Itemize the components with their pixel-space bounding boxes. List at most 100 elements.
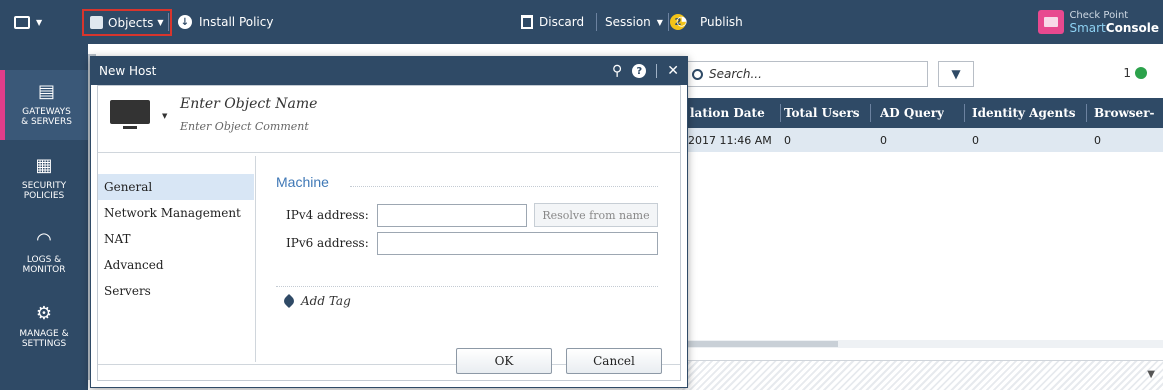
section-title: Machine	[276, 174, 329, 190]
top-toolbar: ▼ Objects ▼ ↓ Install Policy Discard Ses…	[0, 0, 1163, 44]
publish-button[interactable]: ◔ Publish	[676, 0, 743, 44]
table-row[interactable]: 2017 11:46 AM 0 0 0 0	[688, 128, 1163, 152]
ipv6-address-field[interactable]	[377, 232, 658, 255]
nav-label: SECURITY	[21, 181, 67, 191]
nav-item-gateways-servers[interactable]: ▤ GATEWAYS & SERVERS	[0, 70, 88, 140]
column-header[interactable]: Browser-	[1094, 98, 1155, 128]
publish-label: Publish	[700, 15, 743, 29]
section-rule	[350, 186, 658, 187]
chevron-down-icon: ▼	[36, 17, 43, 27]
add-tag-link[interactable]: Add Tag	[281, 293, 351, 309]
header-divider	[98, 152, 680, 153]
chevron-down-icon[interactable]: ▼	[162, 112, 167, 120]
help-icon[interactable]: ?	[632, 64, 647, 78]
column-header[interactable]: lation Date	[690, 98, 765, 128]
dialog-title: New Host	[99, 64, 157, 78]
column-divider	[964, 104, 965, 122]
host-icon[interactable]	[110, 100, 150, 130]
gateways-icon: ▤	[37, 81, 55, 102]
settings-icon: ⚙	[35, 303, 53, 324]
nav-item-security-policies[interactable]: ▦ SECURITY POLICIES	[0, 144, 88, 214]
search-icon	[692, 68, 703, 80]
filter-button[interactable]: ▼	[938, 61, 974, 87]
nav-label: GATEWAYS	[22, 107, 71, 117]
discard-button[interactable]: Discard	[521, 0, 584, 44]
nav-item-manage-settings[interactable]: ⚙ MANAGE & SETTINGS	[0, 292, 88, 362]
column-header[interactable]: Identity Agents	[972, 98, 1076, 128]
close-icon[interactable]: ✕	[667, 63, 679, 79]
table-cell: 0	[784, 133, 791, 147]
ok-button[interactable]: OK	[456, 348, 552, 374]
ipv4-address-field[interactable]	[377, 204, 527, 227]
dialog-nav-network-management[interactable]: Network Management	[98, 200, 254, 226]
table-cell: 0	[880, 133, 887, 147]
app-menu-icon	[14, 15, 30, 29]
dialog-nav: General Network Management NAT Advanced …	[98, 174, 254, 304]
install-policy-icon: ↓	[178, 15, 192, 29]
table-cell: 2017 11:46 AM	[688, 133, 772, 147]
discard-label: Discard	[539, 15, 585, 29]
nav-item-logs-monitor[interactable]: ◠ LOGS & MONITOR	[0, 218, 88, 288]
object-count: 1	[1123, 66, 1147, 80]
left-navigation: ▤ GATEWAYS & SERVERS ▦ SECURITY POLICIES…	[0, 44, 88, 390]
dialog-nav-servers[interactable]: Servers	[98, 278, 254, 304]
install-policy-button[interactable]: ↓ Install Policy	[178, 0, 273, 44]
objects-label: Objects	[108, 15, 154, 30]
tag-icon	[281, 293, 297, 309]
trash-icon	[521, 15, 533, 29]
brand-product: SmartConsole	[1069, 21, 1159, 35]
search-row: Search... ▼	[683, 60, 974, 88]
toolbar-divider	[596, 13, 597, 31]
brand-logo: Check Point SmartConsole	[1038, 0, 1159, 44]
toolbar-divider	[668, 13, 669, 31]
new-host-dialog: New Host ⚲ ? ✕ ▼ Enter Object Name Enter…	[90, 56, 688, 388]
column-divider	[870, 104, 871, 122]
filter-icon: ▼	[951, 67, 961, 81]
ipv4-label: IPv4 address:	[286, 208, 369, 222]
dialog-titlebar[interactable]: New Host ⚲ ? ✕	[91, 57, 687, 85]
toolbar-divider	[168, 13, 169, 31]
cube-icon	[90, 16, 103, 29]
nav-divider	[255, 156, 256, 362]
object-comment-field[interactable]: Enter Object Comment	[180, 120, 309, 133]
dialog-nav-general[interactable]: General	[98, 174, 254, 200]
details-pane-collapsed: ▼	[678, 360, 1163, 390]
app-menu-button[interactable]: ▼	[14, 0, 42, 44]
chevron-down-icon: ▼	[656, 17, 663, 27]
nav-label: MANAGE &	[19, 329, 69, 339]
monitor-icon: ◠	[36, 229, 52, 250]
titlebar-divider	[656, 64, 658, 78]
ipv6-label: IPv6 address:	[286, 236, 369, 250]
nav-label: SETTINGS	[21, 339, 67, 349]
column-header[interactable]: Total Users	[784, 98, 860, 128]
policies-icon: ▦	[35, 155, 53, 176]
search-placeholder: Search...	[709, 67, 762, 81]
dialog-nav-nat[interactable]: NAT	[98, 226, 254, 252]
nav-label: LOGS &	[26, 255, 62, 265]
search-icon[interactable]: ⚲	[612, 63, 622, 79]
chevron-down-icon[interactable]: ▼	[1147, 369, 1155, 380]
column-header[interactable]: AD Query	[880, 98, 944, 128]
chevron-down-icon: ▼	[157, 18, 164, 27]
smartconsole-logo-icon	[1038, 10, 1065, 34]
object-header: ▼ Enter Object Name Enter Object Comment	[98, 86, 680, 150]
column-divider	[780, 104, 781, 122]
session-menu-button[interactable]: Session ▼ 2	[605, 0, 686, 44]
nav-label: MONITOR	[22, 265, 66, 275]
scrollbar-thumb[interactable]	[688, 341, 838, 347]
dialog-nav-advanced[interactable]: Advanced	[98, 252, 254, 278]
objects-menu-button[interactable]: Objects ▼	[82, 9, 172, 36]
resolve-from-name-button[interactable]: Resolve from name	[534, 203, 658, 227]
table-cell: 0	[1094, 133, 1101, 147]
object-name-field[interactable]: Enter Object Name	[180, 96, 317, 112]
smartconsole-window: ▼ Objects ▼ ↓ Install Policy Discard Ses…	[0, 0, 1163, 390]
table-cell: 0	[972, 133, 979, 147]
search-input[interactable]: Search...	[683, 61, 928, 87]
install-policy-label: Install Policy	[199, 15, 274, 29]
column-divider	[1086, 104, 1087, 122]
nav-label: & SERVERS	[21, 117, 72, 127]
publish-icon: ◔	[676, 14, 688, 29]
add-tag-label: Add Tag	[301, 294, 351, 308]
horizontal-scrollbar[interactable]	[688, 340, 1163, 348]
cancel-button[interactable]: Cancel	[566, 348, 662, 374]
